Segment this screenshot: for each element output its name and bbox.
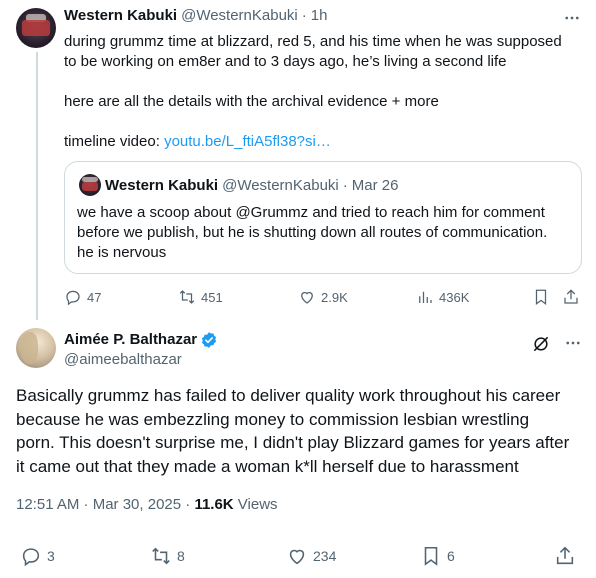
views-label: Views: [233, 496, 278, 513]
bookmark-icon: [535, 289, 547, 306]
more-options-icon[interactable]: [561, 333, 585, 353]
quoted-tweet[interactable]: Western Kabuki @WesternKabuki · Mar 26 w…: [64, 161, 582, 274]
reply-icon: [66, 290, 80, 306]
share-icon: [564, 289, 578, 304]
like-count: 2.9K: [321, 289, 348, 305]
quoted-text-line: he is nervous: [77, 244, 167, 261]
tweet-text-line: because he was embezzling money to commi…: [16, 409, 530, 429]
repost-icon: [179, 290, 195, 304]
views-button[interactable]: 436K: [416, 288, 469, 306]
quoted-tweet-text: we have a scoop about @Grummz and tried …: [77, 203, 577, 263]
western-kabuki-avatar[interactable]: [16, 8, 56, 48]
repost-icon: [152, 547, 170, 565]
quoted-tweet-header: Western Kabuki @WesternKabuki · Mar 26: [105, 176, 398, 196]
tweet-actions-bar: 47 451 2.9K 436K: [64, 288, 584, 308]
author-handle[interactable]: @WesternKabuki: [181, 6, 298, 26]
tweet-text-line: during grummz time at blizzard, red 5, a…: [64, 33, 562, 50]
separator-dot: ·: [301, 7, 307, 24]
bookmark-count: 6: [447, 548, 455, 564]
heart-icon: [301, 291, 313, 304]
separator-dot: ·: [342, 177, 348, 194]
tweet-text-line: Basically grummz has failed to deliver q…: [16, 386, 561, 405]
share-button[interactable]: [554, 545, 576, 567]
grok-icon[interactable]: [531, 334, 551, 354]
more-options-icon[interactable]: [560, 8, 584, 28]
like-count: 234: [313, 548, 337, 564]
quoted-text-line: before we publish, but he is shutting do…: [77, 224, 548, 241]
author-handle[interactable]: @aimeebalthazar: [64, 350, 218, 370]
tweet-header: Western Kabuki @WesternKabuki · 1h: [64, 6, 584, 26]
thread-connector-line: [36, 52, 38, 320]
quoted-author-name: Western Kabuki: [105, 177, 219, 194]
tweet-text-line: it came out that they made a woman k*ll …: [16, 456, 519, 476]
views-count: 11.6K: [194, 496, 234, 513]
view-count: 436K: [439, 289, 470, 305]
reply-button[interactable]: 47: [64, 288, 101, 306]
tweet-text-line: to be working on em8er and to 3 days ago…: [64, 53, 507, 70]
reply-count: 3: [47, 548, 55, 564]
share-button[interactable]: [562, 288, 580, 306]
tweet-metadata: 12:51 AM · Mar 30, 2025 · 11.6K Views: [16, 496, 278, 513]
tweet-text-line: porn. This doesn't surprise me, I didn't…: [16, 433, 570, 452]
tweet2-body: Basically grummz has failed to deliver q…: [16, 384, 586, 478]
repost-count: 451: [201, 289, 223, 305]
timeline-video-label: timeline video:: [64, 133, 165, 150]
like-button[interactable]: 2.9K: [298, 288, 348, 306]
author-name[interactable]: Western Kabuki: [64, 6, 177, 26]
quoted-tweet-date: Mar 26: [351, 177, 399, 194]
bookmark-button[interactable]: [532, 288, 550, 306]
reply-icon: [22, 548, 40, 567]
heart-icon: [289, 549, 305, 565]
repost-count: 8: [177, 548, 185, 564]
repost-button[interactable]: 451: [178, 288, 223, 306]
tweet-time[interactable]: 1h: [311, 6, 328, 26]
analytics-icon: [419, 291, 432, 303]
quoted-text-line: we have a scoop about @Grummz and tried …: [77, 204, 545, 221]
youtube-link[interactable]: youtu.be/L_ftiA5fl38?si…: [164, 133, 331, 150]
repost-button[interactable]: 8: [150, 545, 185, 567]
reply-count: 47: [87, 289, 102, 305]
quoted-author-avatar: [79, 174, 101, 196]
tweet-western-kabuki: Western Kabuki @WesternKabuki · 1h durin…: [64, 6, 584, 152]
tweet2-header: Aimée P. Balthazar @aimeebalthazar: [64, 330, 218, 370]
bookmark-button[interactable]: 6: [420, 545, 455, 567]
tweet-text-line: here are all the details with the archiv…: [64, 93, 439, 110]
tweet-body: during grummz time at blizzard, red 5, a…: [64, 32, 584, 152]
aimee-balthazar-avatar[interactable]: [16, 328, 56, 368]
author-name[interactable]: Aimée P. Balthazar: [64, 330, 197, 350]
quoted-author-handle: @WesternKabuki: [222, 177, 339, 194]
tweet2-actions-bar: 3 8 234 6: [16, 545, 580, 567]
tweet-text-line: timeline video: youtu.be/L_ftiA5fl38?si…: [64, 132, 584, 152]
reply-button[interactable]: 3: [20, 545, 55, 567]
bookmark-icon: [424, 546, 438, 566]
tweet-timestamp[interactable]: 12:51 AM · Mar 30, 2025 ·: [16, 496, 194, 513]
like-button[interactable]: 234: [286, 545, 336, 567]
verified-badge-icon: [202, 332, 217, 348]
share-icon: [556, 546, 574, 565]
